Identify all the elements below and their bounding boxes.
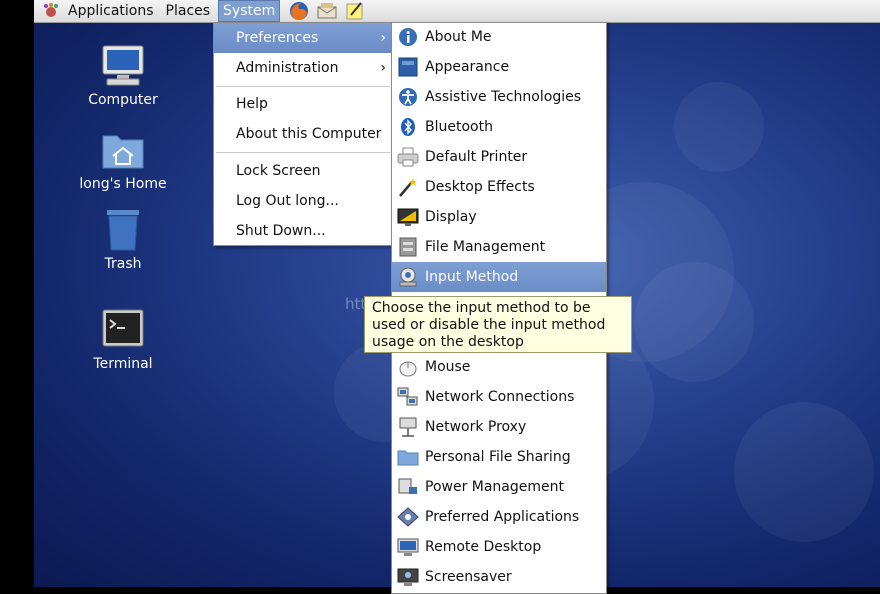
top-panel: Applications Places System — [34, 0, 880, 23]
input-method-tooltip: Choose the input method to be used or di… — [364, 296, 632, 353]
desktop-icon-label: Trash — [104, 256, 142, 272]
file-management-icon — [397, 237, 419, 257]
power-management-icon — [397, 477, 419, 497]
pref-item-personal-file-sharing[interactable]: Personal File Sharing — [392, 442, 606, 472]
pref-item-network-connections[interactable]: Network Connections — [392, 382, 606, 412]
pref-item-input-method[interactable]: Input Method — [392, 262, 606, 292]
email-client-icon[interactable] — [316, 0, 338, 22]
terminal-icon — [99, 308, 147, 352]
places-menu[interactable]: Places — [160, 0, 217, 22]
menu-separator — [216, 86, 390, 87]
bluetooth-icon — [397, 117, 419, 137]
pref-item-display[interactable]: Display — [392, 202, 606, 232]
pref-item-about-me[interactable]: About Me — [392, 22, 606, 52]
screensaver-icon — [397, 567, 419, 587]
pref-item-desktop-effects[interactable]: Desktop Effects — [392, 172, 606, 202]
preferred-applications-icon — [397, 507, 419, 527]
pref-item-file-management[interactable]: File Management — [392, 232, 606, 262]
pref-item-mouse[interactable]: Mouse — [392, 352, 606, 382]
input-method-icon — [397, 267, 419, 287]
system-menu[interactable]: System — [218, 0, 281, 22]
menu-item-help[interactable]: Help — [214, 89, 392, 119]
desktop-effects-icon — [397, 177, 419, 197]
desktop-icon-home[interactable]: long's Home — [73, 128, 173, 192]
pref-item-preferred-applications[interactable]: Preferred Applications — [392, 502, 606, 532]
file-sharing-icon — [397, 447, 419, 467]
printer-icon — [397, 147, 419, 167]
gnome-foot-icon[interactable] — [40, 0, 62, 22]
menu-separator — [216, 152, 390, 153]
desktop-icon-trash[interactable]: Trash — [73, 208, 173, 272]
pref-item-screensaver[interactable]: Screensaver — [392, 562, 606, 592]
pref-item-network-proxy[interactable]: Network Proxy — [392, 412, 606, 442]
menu-item-administration[interactable]: Administration › — [214, 53, 392, 83]
submenu-arrow-icon: › — [380, 30, 386, 46]
remote-desktop-icon — [397, 537, 419, 557]
desktop-icon-label: Terminal — [93, 356, 153, 372]
desktop-icon-label: long's Home — [79, 176, 167, 192]
pref-item-remote-desktop[interactable]: Remote Desktop — [392, 532, 606, 562]
computer-icon — [99, 44, 147, 88]
pref-item-default-printer[interactable]: Default Printer — [392, 142, 606, 172]
left-black-strip — [0, 0, 34, 587]
mouse-icon — [397, 357, 419, 377]
appearance-icon — [397, 57, 419, 77]
notes-editor-icon[interactable] — [344, 0, 366, 22]
pref-item-assistive-technologies[interactable]: Assistive Technologies — [392, 82, 606, 112]
menu-item-log-out[interactable]: Log Out long... — [214, 186, 392, 216]
desktop-icon-label: Computer — [88, 92, 158, 108]
about-me-icon — [397, 27, 419, 47]
applications-menu[interactable]: Applications — [62, 0, 160, 22]
pref-item-appearance[interactable]: Appearance — [392, 52, 606, 82]
menu-item-about-computer[interactable]: About this Computer — [214, 119, 392, 149]
trash-icon — [99, 208, 147, 252]
firefox-icon[interactable] — [288, 0, 310, 22]
menu-item-lock-screen[interactable]: Lock Screen — [214, 156, 392, 186]
pref-item-bluetooth[interactable]: Bluetooth — [392, 112, 606, 142]
system-dropdown-menu: Preferences › Administration › Help Abou… — [213, 22, 393, 246]
display-icon — [397, 207, 419, 227]
home-folder-icon — [99, 128, 147, 172]
menu-item-preferences[interactable]: Preferences › — [214, 23, 392, 53]
desktop-icon-terminal[interactable]: Terminal — [73, 308, 173, 372]
accessibility-icon — [397, 87, 419, 107]
pref-item-power-management[interactable]: Power Management — [392, 472, 606, 502]
submenu-arrow-icon: › — [380, 60, 386, 76]
network-proxy-icon — [397, 417, 419, 437]
menu-item-shut-down[interactable]: Shut Down... — [214, 216, 392, 246]
desktop-icon-computer[interactable]: Computer — [73, 44, 173, 108]
network-connections-icon — [397, 387, 419, 407]
